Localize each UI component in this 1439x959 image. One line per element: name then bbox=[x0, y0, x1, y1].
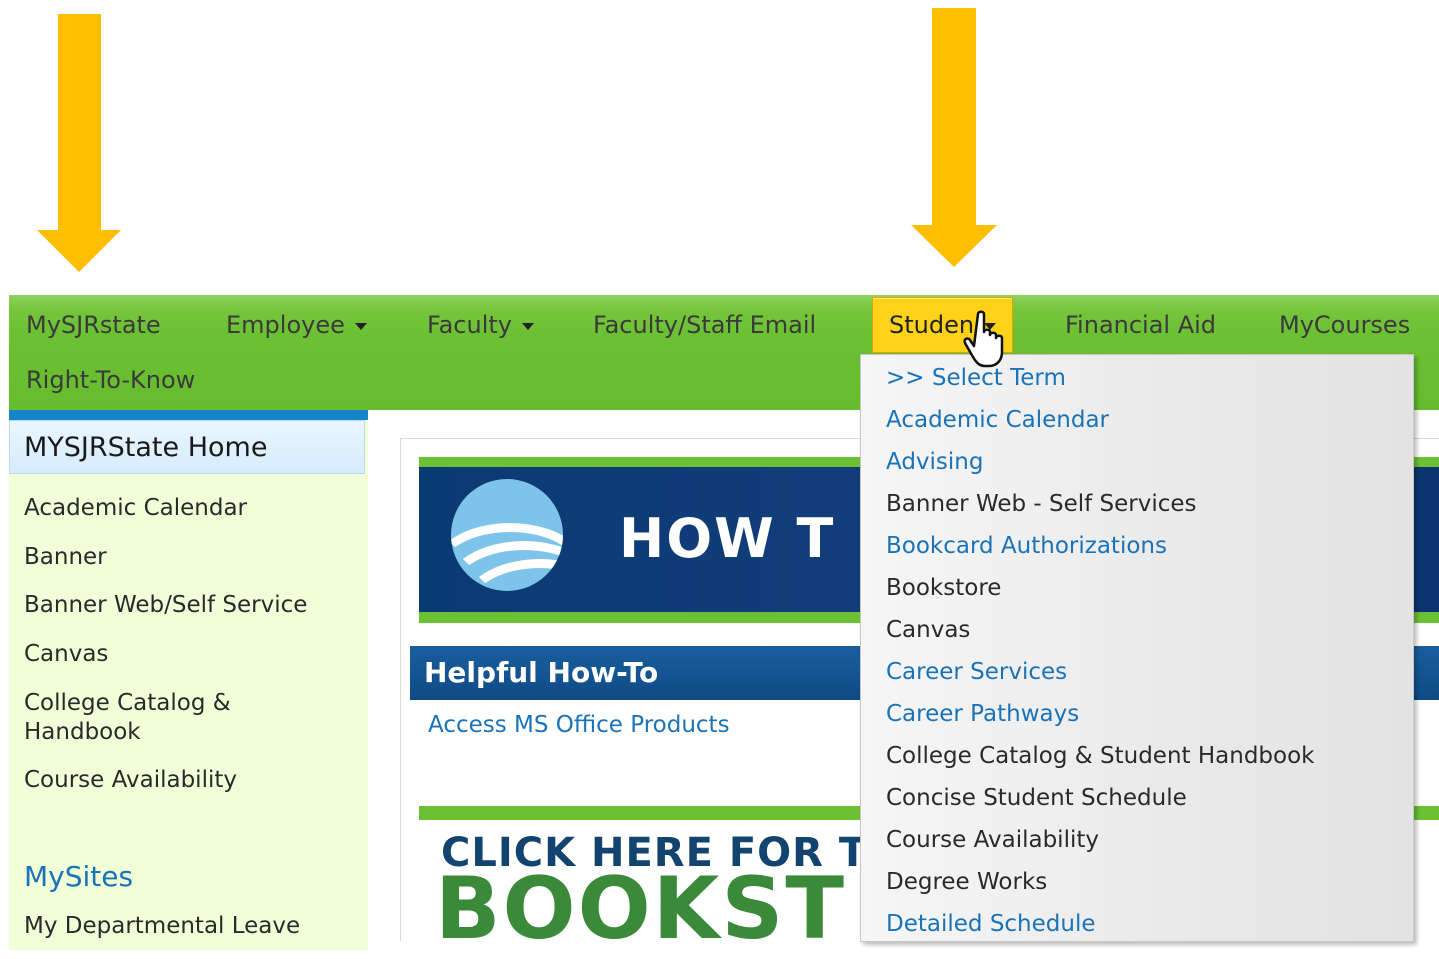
arrow-down-icon bbox=[37, 230, 121, 272]
nav-item-faculty-staff-email[interactable]: Faculty/Staff Email bbox=[593, 297, 816, 353]
nav-item-employee[interactable]: Employee bbox=[226, 297, 367, 353]
menu-item-career-services[interactable]: Career Services bbox=[886, 657, 1067, 687]
menu-item-course-availability[interactable]: Course Availability bbox=[886, 825, 1099, 855]
menu-item-detailed-schedule[interactable]: Detailed Schedule bbox=[886, 909, 1096, 939]
nav-label: MyCourses bbox=[1279, 311, 1411, 339]
menu-item-academic-calendar[interactable]: Academic Calendar bbox=[886, 405, 1109, 435]
nav-label: MySJRstate bbox=[26, 311, 161, 339]
menu-item-degree-works[interactable]: Degree Works bbox=[886, 867, 1047, 897]
menu-item-advising[interactable]: Advising bbox=[886, 447, 983, 477]
caret-down-icon bbox=[354, 322, 367, 330]
arrow-down-icon bbox=[911, 225, 997, 267]
sjr-logo-icon bbox=[451, 479, 563, 591]
howto-banner-text: HOW T bbox=[619, 507, 836, 570]
nav-item-mycourses[interactable]: MyCourses bbox=[1279, 297, 1410, 353]
nav-label: Faculty bbox=[427, 311, 512, 339]
menu-item-bookstore[interactable]: Bookstore bbox=[886, 573, 1001, 603]
nav-item-financial-aid[interactable]: Financial Aid bbox=[1065, 297, 1216, 353]
sidebar-item-departmental-leave[interactable]: My Departmental Leave bbox=[24, 912, 300, 941]
sidebar-section-mysites[interactable]: MySites bbox=[24, 860, 133, 893]
sidebar-item-course-availability[interactable]: Course Availability bbox=[24, 766, 237, 795]
nav-label: Financial Aid bbox=[1065, 311, 1217, 339]
access-ms-office-link[interactable]: Access MS Office Products bbox=[428, 712, 730, 738]
nav-item-mysjrstate[interactable]: MySJRstate bbox=[26, 297, 161, 353]
sidebar-item-canvas[interactable]: Canvas bbox=[24, 640, 108, 669]
sidebar-item-college-catalog-line2[interactable]: Handbook bbox=[24, 718, 141, 747]
menu-item-college-catalog[interactable]: College Catalog & Student Handbook bbox=[886, 741, 1315, 771]
sidebar-item-banner[interactable]: Banner bbox=[24, 543, 107, 572]
nav-item-faculty[interactable]: Faculty bbox=[427, 297, 534, 353]
sidebar-item-academic-calendar[interactable]: Academic Calendar bbox=[24, 494, 247, 523]
menu-item-banner-web[interactable]: Banner Web - Self Services bbox=[886, 489, 1197, 519]
annotation-arrow-right bbox=[911, 8, 997, 267]
sidebar-item-banner-web[interactable]: Banner Web/Self Service bbox=[24, 591, 307, 620]
menu-item-career-pathways[interactable]: Career Pathways bbox=[886, 699, 1079, 729]
menu-item-bookcard-authorizations[interactable]: Bookcard Authorizations bbox=[886, 531, 1167, 561]
students-dropdown-menu: >> Select Term Academic Calendar Advisin… bbox=[860, 354, 1414, 942]
nav-label: Right-To-Know bbox=[26, 366, 196, 394]
bookstore-banner-line2: BOOKST bbox=[435, 859, 847, 959]
annotation-arrow-left bbox=[37, 14, 121, 272]
hand-pointer-icon bbox=[963, 310, 1004, 368]
nav-label: Faculty/Staff Email bbox=[593, 311, 817, 339]
menu-item-canvas[interactable]: Canvas bbox=[886, 615, 970, 645]
sidebar-item-college-catalog[interactable]: College Catalog & bbox=[24, 689, 231, 718]
nav-label: Employee bbox=[226, 311, 345, 339]
caret-down-icon bbox=[522, 322, 534, 330]
left-sidebar: MYSJRState Home Academic Calendar Banner… bbox=[9, 410, 368, 950]
menu-item-concise-schedule[interactable]: Concise Student Schedule bbox=[886, 783, 1187, 813]
nav-item-right-to-know[interactable]: Right-To-Know bbox=[26, 352, 195, 408]
sidebar-home-link[interactable]: MYSJRState Home bbox=[9, 420, 365, 474]
